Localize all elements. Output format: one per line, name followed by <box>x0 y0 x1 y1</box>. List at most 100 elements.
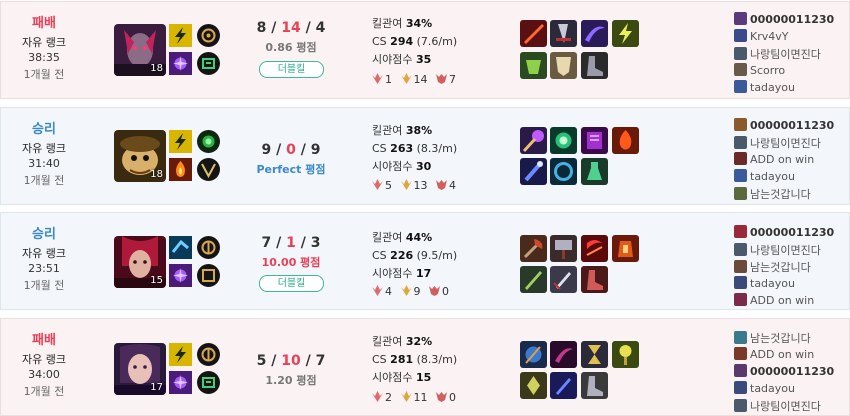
item-sandals-icon[interactable] <box>581 372 608 399</box>
item-orb-icon[interactable] <box>550 127 577 154</box>
keystone-rune-icon[interactable] <box>197 130 220 153</box>
secondary-rune-icon[interactable] <box>197 371 220 394</box>
multikill-badge: 더블킬 <box>259 275 324 292</box>
summoner-spell-cleanse-icon[interactable] <box>169 52 192 75</box>
player-entry[interactable]: 나랑팀이면진다 <box>734 398 849 415</box>
kda: 8 / 14 / 4 <box>256 20 326 36</box>
kill-participation: 킬관여 34% <box>372 17 433 30</box>
champion-portrait[interactable]: 15 <box>114 236 166 288</box>
player-entry[interactable]: Scorro <box>734 63 849 80</box>
item-lightning-icon[interactable] <box>612 20 639 47</box>
player-entry[interactable]: tadayou <box>734 169 849 186</box>
item-dagger-icon[interactable] <box>550 266 577 293</box>
item-crescent-icon[interactable] <box>581 235 608 262</box>
game-duration: 38:35 <box>28 51 60 64</box>
item-blade-icon[interactable] <box>550 20 577 47</box>
team-list: 00000011230 Krv4vY 나랑팀이면진다 Scorro tadayo… <box>734 12 849 97</box>
item-rod-icon[interactable] <box>612 341 639 368</box>
item-reaper-icon[interactable] <box>550 341 577 368</box>
kda-ratio: 1.20 평점 <box>265 374 317 387</box>
player-entry[interactable]: 남는것갑니다 <box>734 330 849 347</box>
item-sword-icon[interactable] <box>520 20 547 47</box>
player-entry[interactable]: 00000011230 <box>734 225 849 242</box>
match-stats: 킬관여 34% CS 294 (7.6/m) 시야점수 35 <box>372 15 502 69</box>
kda: 5 / 10 / 7 <box>256 353 326 369</box>
keystone-rune-icon[interactable] <box>197 24 220 47</box>
item-wand-icon[interactable] <box>520 158 547 185</box>
item-flame-icon[interactable] <box>612 127 639 154</box>
item-vial-icon[interactable] <box>581 158 608 185</box>
game-duration: 23:51 <box>28 262 60 275</box>
summoner-spell-flash-icon[interactable] <box>169 130 192 153</box>
summoner-spell-ignite-icon[interactable] <box>169 158 192 181</box>
secondary-rune-icon[interactable] <box>197 264 220 287</box>
player-entry[interactable]: 00000011230 <box>734 364 849 381</box>
item-scythe-icon[interactable] <box>581 20 608 47</box>
player-avatar <box>734 276 747 289</box>
match-card[interactable]: 패배 자유 랭크 34:00 1개월 전 17 5 / 10 / 7 1.20 … <box>0 318 850 416</box>
match-card[interactable]: 승리 자유 랭크 31:40 1개월 전 18 9 / 0 / 9 Perfec… <box>0 107 850 205</box>
player-entry[interactable]: ADD on win <box>734 293 849 310</box>
item-ward-icon[interactable] <box>520 52 547 79</box>
player-entry[interactable]: 00000011230 <box>734 12 849 29</box>
player-entry[interactable]: ADD on win <box>734 347 849 364</box>
medal-counts: 5 13 4 <box>372 179 461 193</box>
player-entry[interactable]: 남는것갑니다 <box>734 186 849 203</box>
player-entry[interactable]: 나랑팀이면진다 <box>734 135 849 152</box>
item-axe-icon[interactable] <box>520 235 547 262</box>
item-boots-icon[interactable] <box>581 52 608 79</box>
item-ring-icon[interactable] <box>550 158 577 185</box>
summoner-spell-flash-icon[interactable] <box>169 343 192 366</box>
summoner-spell-cleanse-icon[interactable] <box>169 371 192 394</box>
champion-portrait[interactable]: 17 <box>114 343 166 395</box>
summoner-spell-cleanse-icon[interactable] <box>169 264 192 287</box>
item-cleaver-icon[interactable] <box>550 235 577 262</box>
kda-block: 5 / 10 / 7 1.20 평점 <box>241 353 341 388</box>
item-armor-icon[interactable] <box>550 52 577 79</box>
medal-gold-icon <box>400 391 412 402</box>
kda: 7 / 1 / 3 <box>261 235 321 251</box>
match-summary: 승리 자유 랭크 23:51 1개월 전 <box>1 213 87 293</box>
player-entry[interactable]: tadayou <box>734 276 849 293</box>
match-card[interactable]: 승리 자유 랭크 23:51 1개월 전 15 7 / 1 / 3 10.00 … <box>0 212 850 310</box>
champion-portrait[interactable]: 18 <box>114 130 166 182</box>
vision-score: 시야점수 15 <box>372 371 432 384</box>
kda: 9 / 0 / 9 <box>261 142 321 158</box>
player-avatar <box>734 243 747 256</box>
item-globe-icon[interactable] <box>520 341 547 368</box>
medal-gold-icon <box>400 179 412 190</box>
keystone-rune-icon[interactable] <box>197 343 220 366</box>
queue-type: 자유 랭크 <box>22 142 66 155</box>
player-entry[interactable]: 나랑팀이면진다 <box>734 242 849 259</box>
player-entry[interactable]: 남는것갑니다 <box>734 259 849 276</box>
medal-counts: 4 9 0 <box>372 285 454 299</box>
player-entry[interactable]: tadayou <box>734 381 849 398</box>
player-entry[interactable]: 00000011230 <box>734 118 849 135</box>
item-hourglass-icon[interactable] <box>581 341 608 368</box>
champion-portrait[interactable]: 18 <box>114 24 166 76</box>
kda-block: 7 / 1 / 3 10.00 평점 <box>241 235 341 270</box>
summoner-spell-flash-icon[interactable] <box>169 24 192 47</box>
kda-ratio: Perfect 평점 <box>256 163 326 176</box>
team-list: 남는것갑니다 ADD on win 00000011230 tadayou 나랑… <box>734 330 849 415</box>
player-entry[interactable]: ADD on win <box>734 152 849 169</box>
secondary-rune-icon[interactable] <box>197 158 220 181</box>
item-greaves-icon[interactable] <box>581 266 608 293</box>
keystone-rune-icon[interactable] <box>197 236 220 259</box>
item-spellblade-icon[interactable] <box>550 372 577 399</box>
summoner-spell-ghost-icon[interactable] <box>169 236 192 259</box>
player-avatar <box>734 399 747 412</box>
item-shiv-icon[interactable] <box>520 266 547 293</box>
item-staff-icon[interactable] <box>520 127 547 154</box>
item-tome-icon[interactable] <box>581 127 608 154</box>
player-entry[interactable]: tadayou <box>734 80 849 97</box>
secondary-rune-icon[interactable] <box>197 52 220 75</box>
player-avatar <box>734 169 747 182</box>
player-entry[interactable]: Krv4vY <box>734 29 849 46</box>
item-lantern-icon[interactable] <box>612 235 639 262</box>
player-avatar <box>734 225 747 238</box>
player-entry[interactable]: 나랑팀이면진다 <box>734 46 849 63</box>
kda-ratio: 10.00 평점 <box>261 256 321 269</box>
match-card[interactable]: 패배 자유 랭크 38:35 1개월 전 18 8 / 14 / 4 0.86 … <box>0 1 850 99</box>
item-pendant-icon[interactable] <box>520 372 547 399</box>
